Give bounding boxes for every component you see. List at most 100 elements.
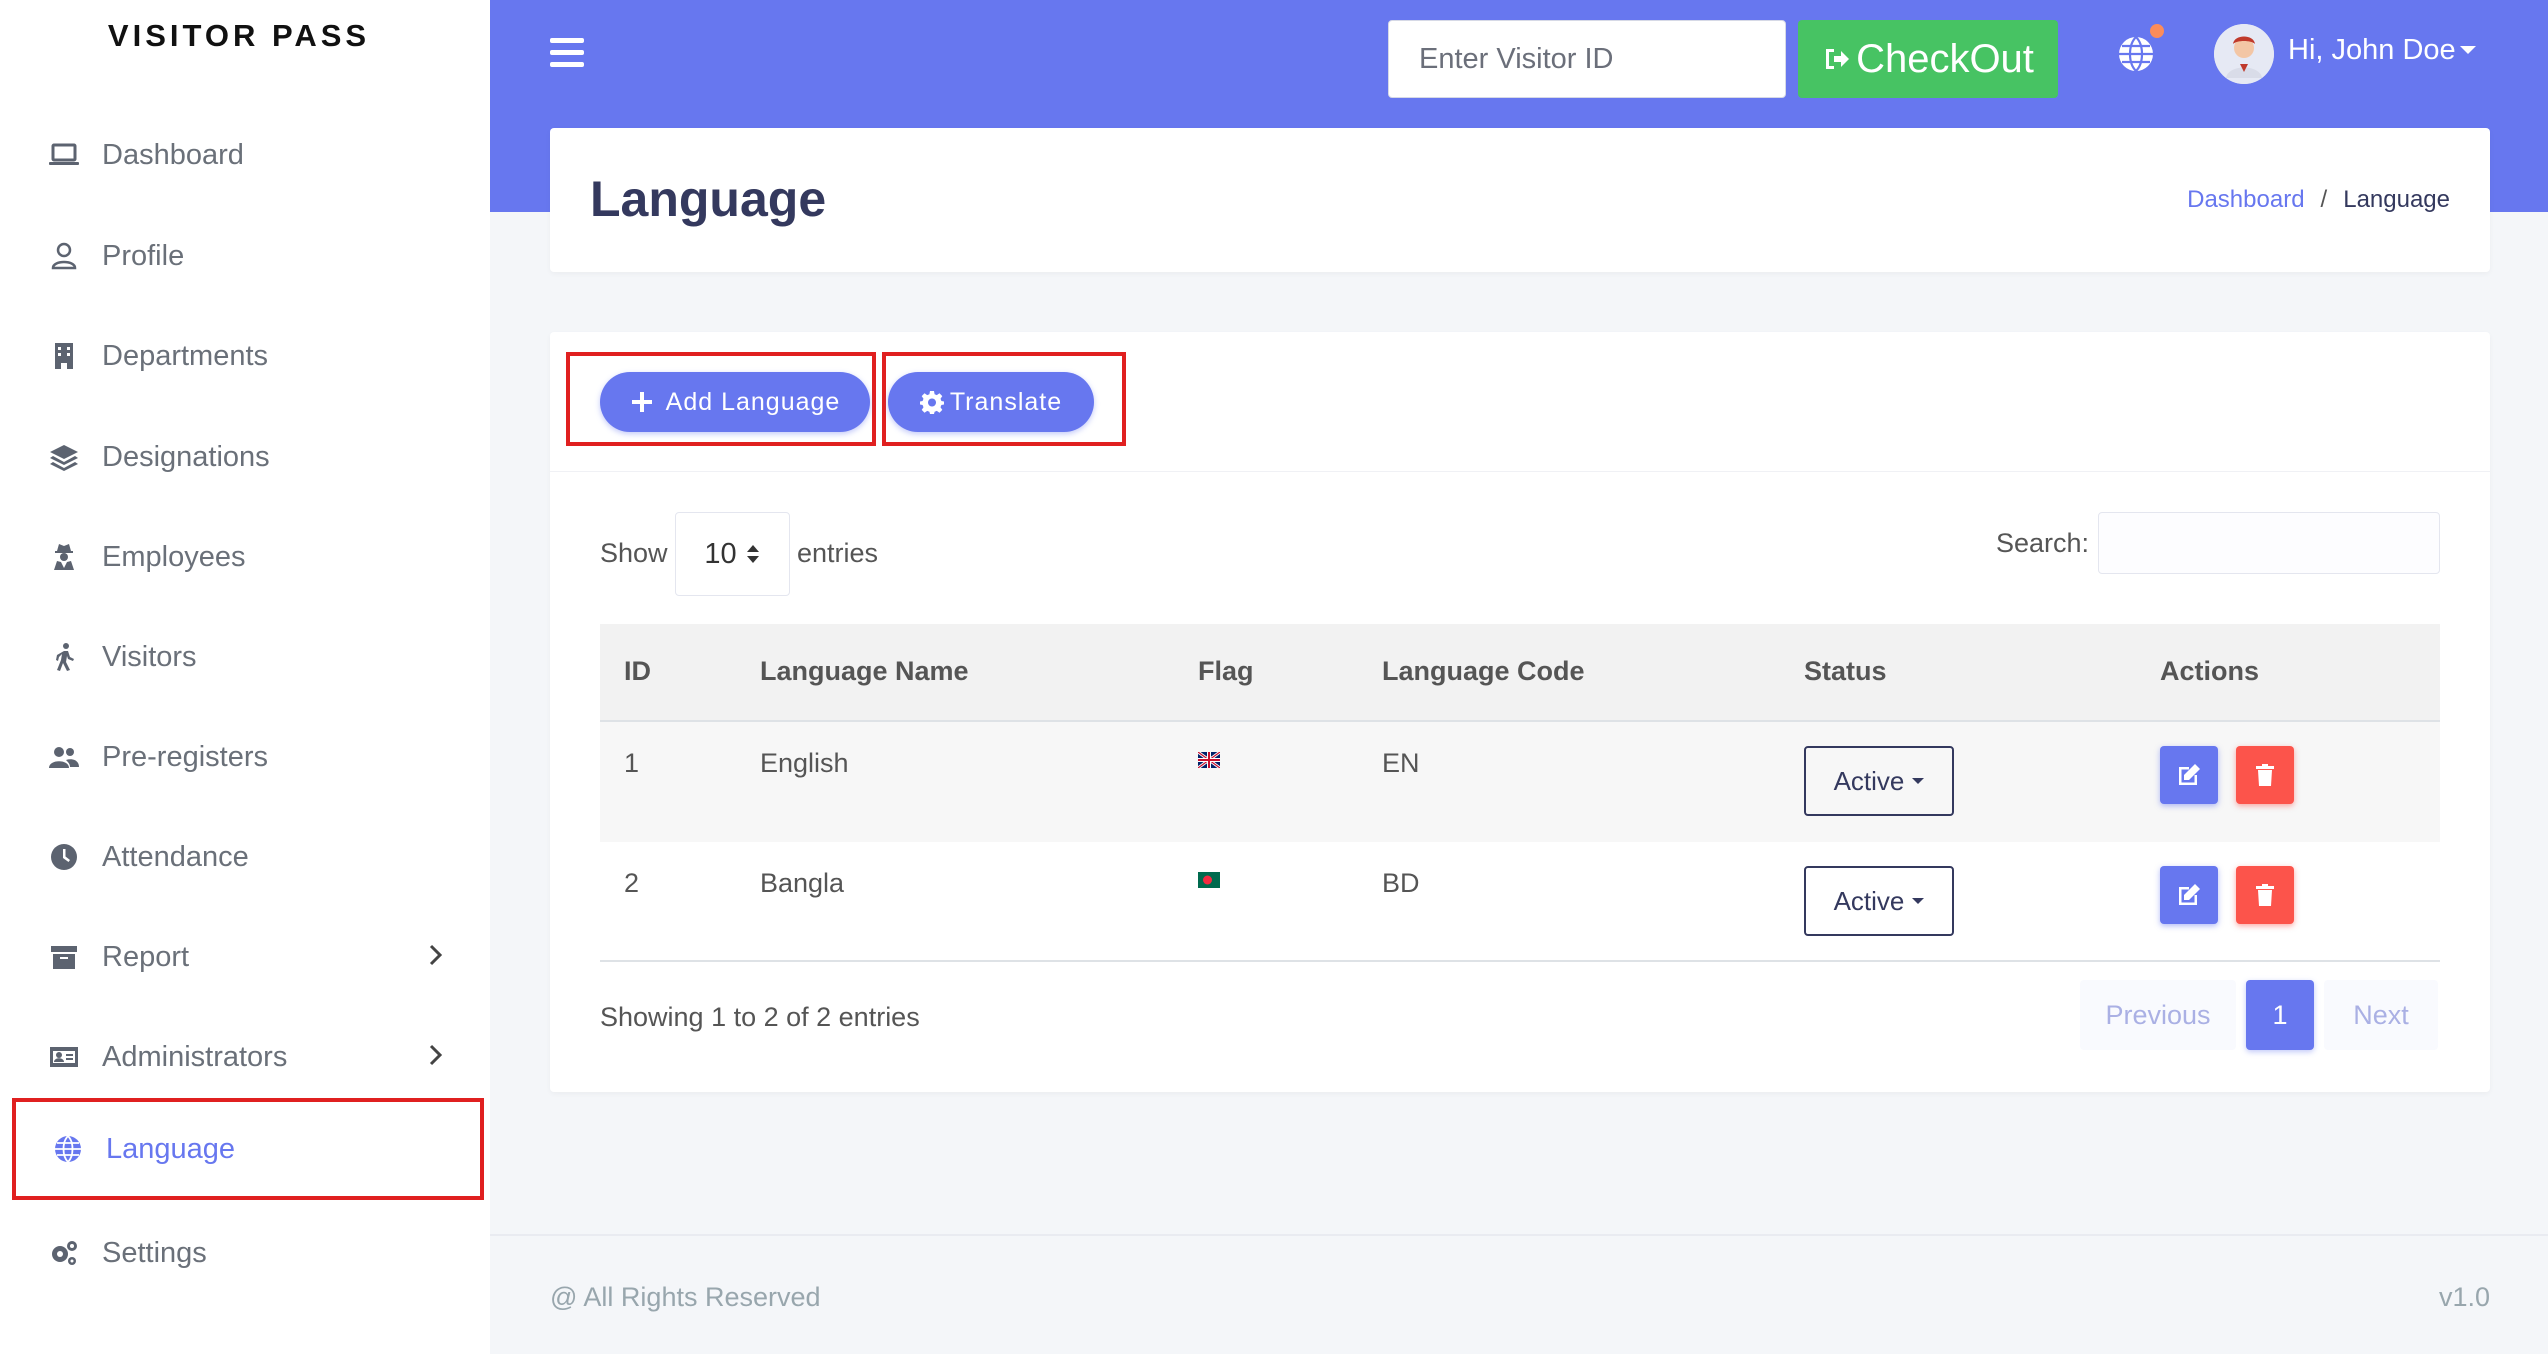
breadcrumb-dashboard-link[interactable]: Dashboard [2187, 186, 2304, 214]
user-secret-icon [46, 539, 82, 575]
pagination-previous-button[interactable]: Previous [2080, 980, 2236, 1050]
sidebar-item-profile[interactable]: Profile [12, 207, 484, 305]
sidebar-item-label: Pre-registers [102, 740, 268, 773]
entries-label: entries [797, 538, 879, 568]
plus-icon [631, 392, 652, 412]
sidebar-item-visitors[interactable]: Visitors [12, 608, 484, 706]
cell-language-name: English [760, 748, 849, 778]
translate-button[interactable]: Translate [888, 372, 1094, 432]
status-label: Active [1833, 885, 1905, 916]
sidebar-item-label: Profile [102, 239, 185, 272]
edit-icon [2179, 764, 2200, 785]
sign-out-icon [1826, 49, 1850, 69]
archive-icon [46, 939, 82, 975]
delete-button[interactable] [2236, 866, 2294, 924]
edit-button[interactable] [2160, 866, 2218, 924]
notification-dot [2150, 24, 2164, 38]
column-header-status[interactable]: Status [1804, 656, 1887, 687]
globe-icon [50, 1131, 86, 1167]
card-header: Add Language Translate [550, 332, 2490, 472]
walking-icon [46, 639, 82, 675]
translate-label: Translate [949, 387, 1063, 416]
users-icon [46, 739, 82, 775]
pagination-page-button[interactable]: 1 [2246, 980, 2314, 1050]
column-header-id[interactable]: ID [624, 656, 651, 687]
sidebar-item-label: Dashboard [102, 138, 244, 171]
sidebar-item-settings[interactable]: Settings [12, 1204, 484, 1302]
checkout-label: CheckOut [1856, 36, 2034, 81]
clock-icon [46, 839, 82, 875]
caret-down-icon[interactable] [2460, 46, 2476, 54]
sidebar-item-label: Departments [102, 339, 269, 372]
sidebar-item-pre-registers[interactable]: Pre-registers [12, 708, 484, 806]
sidebar-item-employees[interactable]: Employees [12, 508, 484, 606]
sidebar-item-language[interactable]: Language [12, 1098, 484, 1200]
status-label: Active [1833, 765, 1905, 796]
column-header-language-name[interactable]: Language Name [760, 656, 969, 687]
table-row: 1 English EN Active [600, 722, 2440, 842]
sidebar-item-label: Report [102, 940, 190, 973]
add-language-label: Add Language [665, 387, 841, 416]
table-row: 2 Bangla BD Active [600, 842, 2440, 962]
breadcrumb: Dashboard / Language [2187, 186, 2450, 214]
entries-value: 10 [704, 537, 737, 570]
footer-version: v1.0 [2438, 1282, 2490, 1312]
edit-icon [2179, 884, 2200, 905]
sidebar-item-departments[interactable]: Departments [12, 307, 484, 405]
sidebar-item-designations[interactable]: Designations [12, 408, 484, 506]
add-language-button[interactable]: Add Language [600, 372, 870, 432]
caret-down-icon [1912, 898, 1925, 904]
footer-copyright: @ All Rights Reserved [550, 1282, 821, 1312]
status-dropdown[interactable]: Active [1804, 866, 1954, 936]
chevron-right-icon [420, 1040, 450, 1070]
column-header-language-code[interactable]: Language Code [1382, 656, 1585, 687]
status-dropdown[interactable]: Active [1804, 746, 1954, 816]
avatar[interactable] [2214, 24, 2274, 84]
sidebar-item-label: Settings [102, 1236, 207, 1269]
page-title: Language [590, 171, 827, 227]
visitor-id-input[interactable] [1388, 20, 1786, 98]
hamburger-menu-icon[interactable] [550, 38, 584, 68]
user-icon [46, 238, 82, 274]
caret-down-icon [1912, 778, 1925, 784]
breadcrumb-separator: / [2320, 186, 2328, 213]
pagination-next-button[interactable]: Next [2324, 980, 2438, 1050]
building-icon [46, 338, 82, 374]
entries-per-page-select[interactable]: 10 [675, 512, 790, 596]
footer-divider [490, 1234, 2548, 1236]
uk-flag-icon [1198, 752, 1220, 768]
sidebar: VISITOR PASS Dashboard Profile Departmen… [0, 0, 490, 1354]
sort-icon [746, 545, 759, 563]
laptop-icon [46, 137, 82, 173]
language-table: ID Language Name Flag Language Code Stat… [600, 624, 2440, 962]
user-greeting[interactable]: Hi, John Doe [2288, 34, 2456, 67]
sidebar-item-dashboard[interactable]: Dashboard [12, 106, 484, 204]
edit-button[interactable] [2160, 746, 2218, 804]
gear-icon [919, 391, 944, 414]
cogs-icon [46, 1235, 82, 1271]
sidebar-item-label: Visitors [102, 640, 197, 673]
sidebar-item-report[interactable]: Report [12, 908, 484, 1006]
cell-language-code: EN [1382, 748, 1420, 778]
sidebar-item-attendance[interactable]: Attendance [12, 808, 484, 906]
sidebar-item-label: Attendance [102, 840, 249, 873]
sidebar-item-label: Language [106, 1132, 236, 1165]
delete-button[interactable] [2236, 746, 2294, 804]
sidebar-item-label: Employees [102, 540, 246, 573]
language-globe-icon[interactable] [2116, 34, 2156, 74]
cell-id: 2 [624, 868, 640, 898]
checkout-button[interactable]: CheckOut [1798, 20, 2058, 98]
search-label: Search: [1996, 528, 2090, 558]
bd-flag-icon [1198, 872, 1220, 888]
id-card-icon [46, 1039, 82, 1075]
cell-language-code: BD [1382, 868, 1420, 898]
cell-id: 1 [624, 748, 640, 778]
language-card: Add Language Translate Show 10 entries S… [550, 332, 2490, 1092]
trash-icon [2256, 884, 2274, 906]
search-input[interactable] [2098, 512, 2440, 574]
column-header-flag[interactable]: Flag [1198, 656, 1254, 687]
sidebar-item-label: Administrators [102, 1040, 288, 1073]
column-header-actions: Actions [2160, 656, 2260, 686]
sidebar-item-administrators[interactable]: Administrators [12, 1008, 484, 1106]
brand-logo[interactable]: VISITOR PASS [0, 18, 478, 54]
